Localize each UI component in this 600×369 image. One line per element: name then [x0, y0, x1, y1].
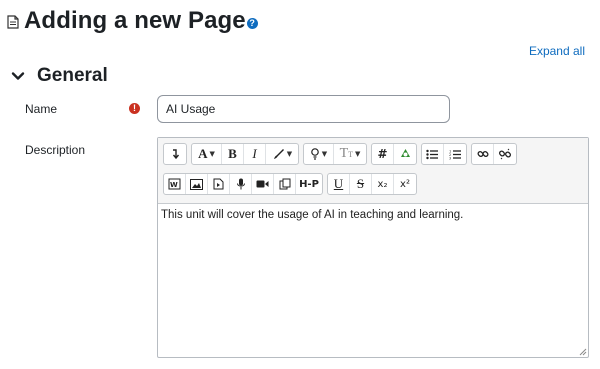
strikethrough-icon: S	[356, 176, 365, 191]
resize-handle-icon[interactable]	[579, 348, 587, 356]
editor-toolbar: A ▼ B I ▼ ▼ T T ▼ # 1 2 3 W H-P U S x₂ x…	[158, 138, 588, 204]
h5p-button[interactable]: H-P	[296, 174, 322, 194]
record-audio-icon	[236, 178, 245, 190]
name-input[interactable]	[157, 95, 450, 123]
toolbar-row-2: W H-P U S x₂ x²	[163, 173, 421, 195]
text-color-icon	[273, 149, 284, 159]
bold-icon: B	[228, 146, 237, 161]
bullet-list-button[interactable]	[422, 144, 444, 164]
unlink-button[interactable]	[494, 144, 516, 164]
superscript-button[interactable]: x²	[394, 174, 416, 194]
unlink-icon	[499, 148, 511, 160]
name-label: Name	[25, 102, 58, 116]
caret-down-icon: ▼	[355, 150, 361, 158]
toolbar-group-style: A ▼ B I ▼	[191, 143, 299, 165]
font-style-button[interactable]: A ▼	[192, 144, 222, 164]
text-color-button[interactable]: ▼	[266, 144, 298, 164]
record-audio-button[interactable]	[230, 174, 252, 194]
subscript-icon: x₂	[377, 178, 388, 190]
superscript-icon: x²	[400, 178, 410, 190]
recycle-button[interactable]	[394, 144, 416, 164]
media-button[interactable]	[208, 174, 230, 194]
numbered-list-icon: 123	[449, 149, 461, 160]
strikethrough-button[interactable]: S	[350, 174, 372, 194]
manage-files-icon	[279, 178, 290, 190]
svg-text:W: W	[170, 181, 178, 189]
help-icon[interactable]: ?	[246, 18, 258, 29]
bullet-list-icon	[426, 149, 438, 159]
svg-text:3: 3	[449, 156, 451, 160]
toolbar-group-links	[471, 143, 517, 165]
record-video-button[interactable]	[252, 174, 274, 194]
underline-icon: U	[333, 176, 344, 191]
italic-icon: I	[252, 146, 257, 161]
numbered-list-button[interactable]: 123	[444, 144, 466, 164]
page-title-text: Adding a new Page	[24, 7, 246, 34]
image-button[interactable]	[186, 174, 208, 194]
expand-all-link[interactable]: Expand all	[529, 44, 585, 58]
collapse-icon	[172, 149, 180, 160]
h5p-icon: H-P	[299, 178, 319, 190]
font-size-icon: T	[339, 146, 349, 161]
collapse-toolbar-button[interactable]	[164, 144, 186, 164]
bold-button[interactable]: B	[222, 144, 244, 164]
word-import-icon: W	[168, 178, 181, 190]
equation-icon: #	[377, 147, 388, 161]
image-icon	[190, 178, 203, 190]
description-editor[interactable]: A ▼ B I ▼ ▼ T T ▼ # 1 2 3 W H-P U S x₂ x…	[157, 137, 589, 358]
toolbar-group-insert: #	[371, 143, 417, 165]
font-style-icon: A	[198, 146, 208, 161]
font-size-button[interactable]: T T ▼	[334, 144, 366, 164]
description-label: Description	[25, 143, 86, 157]
editor-content[interactable]: This unit will cover the usage of AI in …	[161, 209, 581, 221]
required-icon: !	[129, 103, 140, 114]
highlight-icon	[310, 148, 319, 160]
italic-button[interactable]: I	[244, 144, 266, 164]
page-icon	[7, 15, 19, 29]
record-video-icon	[256, 180, 269, 188]
chevron-down-icon	[11, 72, 25, 80]
underline-button[interactable]: U	[328, 174, 350, 194]
toolbar-group-highlight: ▼ T T ▼	[303, 143, 367, 165]
toolbar-group-media: W H-P	[163, 173, 323, 195]
word-import-button[interactable]: W	[164, 174, 186, 194]
toolbar-group-text-format: U S x₂ x²	[327, 173, 417, 195]
subscript-button[interactable]: x₂	[372, 174, 394, 194]
link-button[interactable]	[472, 144, 494, 164]
media-icon	[213, 178, 224, 190]
equation-button[interactable]: #	[372, 144, 394, 164]
caret-down-icon: ▼	[321, 150, 328, 158]
manage-files-button[interactable]	[274, 174, 296, 194]
section-title: General	[37, 65, 108, 86]
recycle-icon	[400, 149, 410, 157]
highlight-button[interactable]: ▼	[304, 144, 334, 164]
section-header-general[interactable]: General	[11, 64, 108, 88]
caret-down-icon: ▼	[286, 150, 293, 158]
toolbar-row-1: A ▼ B I ▼ ▼ T T ▼ # 1 2 3	[163, 143, 521, 165]
caret-down-icon: ▼	[209, 150, 215, 158]
link-icon	[476, 150, 489, 158]
toolbar-group-collapse	[163, 143, 187, 165]
page-title: Adding a new Page?	[24, 5, 258, 37]
toolbar-group-lists: 123	[421, 143, 467, 165]
